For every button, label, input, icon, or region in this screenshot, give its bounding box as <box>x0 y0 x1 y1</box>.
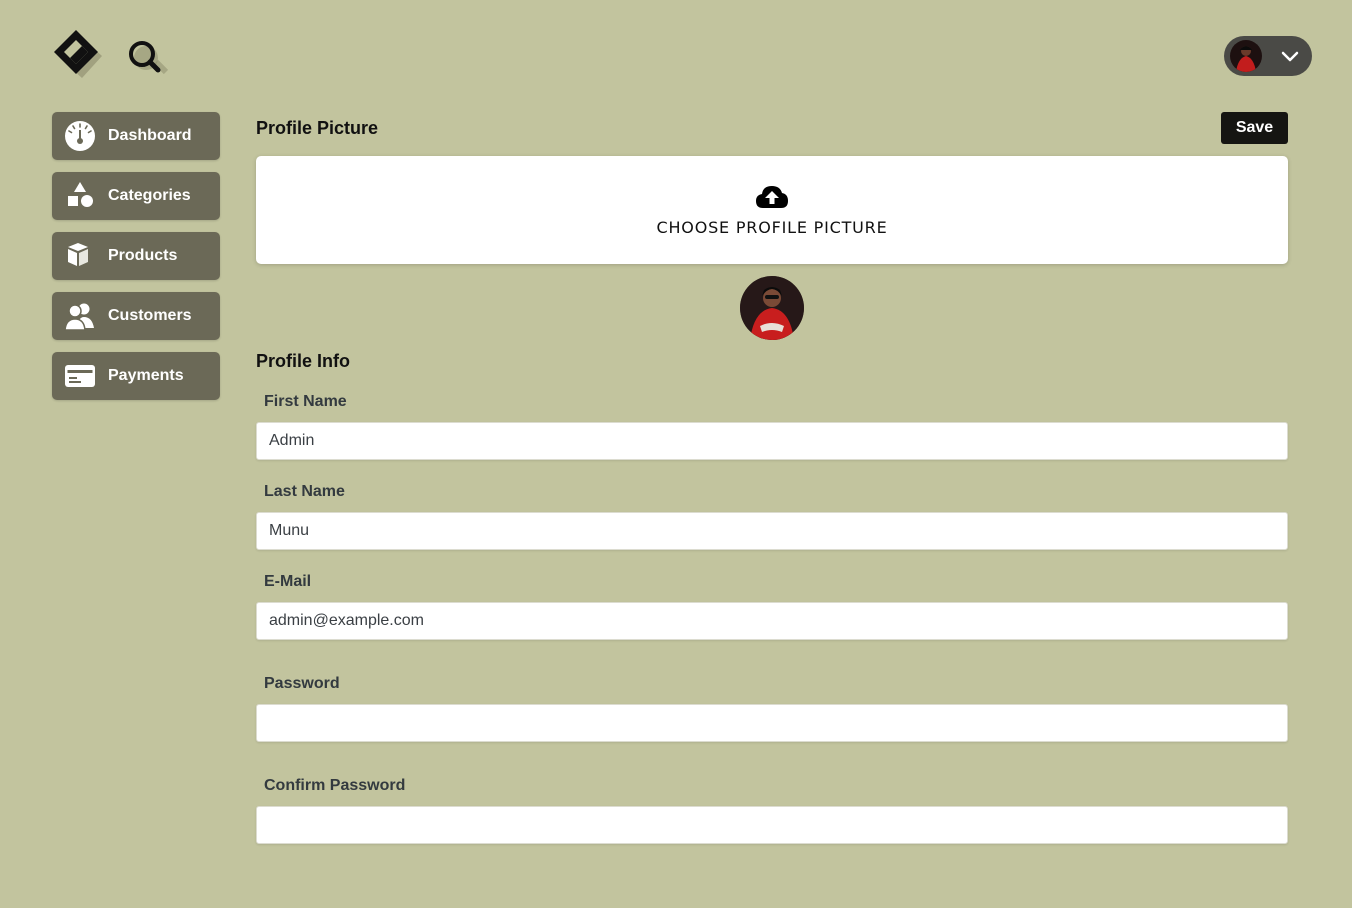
last-name-label: Last Name <box>264 483 345 500</box>
sidebar-item-label: Products <box>108 247 178 264</box>
credit-card-icon <box>64 360 96 392</box>
chevron-down-icon <box>1281 51 1299 62</box>
app-logo[interactable] <box>52 28 112 80</box>
email-label: E-Mail <box>264 573 312 590</box>
sidebar: Dashboard Categories Products Customers … <box>52 112 220 412</box>
sidebar-item-customers[interactable]: Customers <box>52 292 220 340</box>
choose-profile-picture-button[interactable]: CHOOSE PROFILE PICTURE <box>256 156 1288 264</box>
confirm-password-label: Confirm Password <box>264 777 406 794</box>
shapes-icon <box>64 180 96 212</box>
email-field[interactable] <box>256 602 1288 640</box>
password-field[interactable] <box>256 704 1288 742</box>
confirm-password-field[interactable] <box>256 806 1288 844</box>
sidebar-item-label: Payments <box>108 367 184 384</box>
save-button[interactable]: Save <box>1221 112 1288 144</box>
profile-picture-title: Profile Picture <box>256 118 379 138</box>
profile-info-title: Profile Info <box>256 351 350 371</box>
users-icon <box>64 300 96 332</box>
avatar <box>1230 40 1262 72</box>
first-name-label: First Name <box>264 393 347 410</box>
first-name-field[interactable] <box>256 422 1288 460</box>
user-menu-button[interactable] <box>1224 36 1312 76</box>
sidebar-item-products[interactable]: Products <box>52 232 220 280</box>
upload-label: CHOOSE PROFILE PICTURE <box>656 217 888 237</box>
sidebar-item-label: Customers <box>108 307 192 324</box>
diamond-logo-icon <box>54 30 102 78</box>
search-button[interactable] <box>124 36 170 76</box>
sidebar-item-dashboard[interactable]: Dashboard <box>52 112 220 160</box>
gauge-icon <box>64 120 96 152</box>
sidebar-item-label: Categories <box>108 187 191 204</box>
cloud-upload-icon <box>756 185 788 208</box>
search-icon <box>129 41 169 75</box>
profile-avatar <box>740 276 804 340</box>
sidebar-item-payments[interactable]: Payments <box>52 352 220 400</box>
sidebar-item-label: Dashboard <box>108 127 192 144</box>
last-name-field[interactable] <box>256 512 1288 550</box>
box-icon <box>64 240 96 272</box>
sidebar-item-categories[interactable]: Categories <box>52 172 220 220</box>
password-label: Password <box>264 675 340 692</box>
